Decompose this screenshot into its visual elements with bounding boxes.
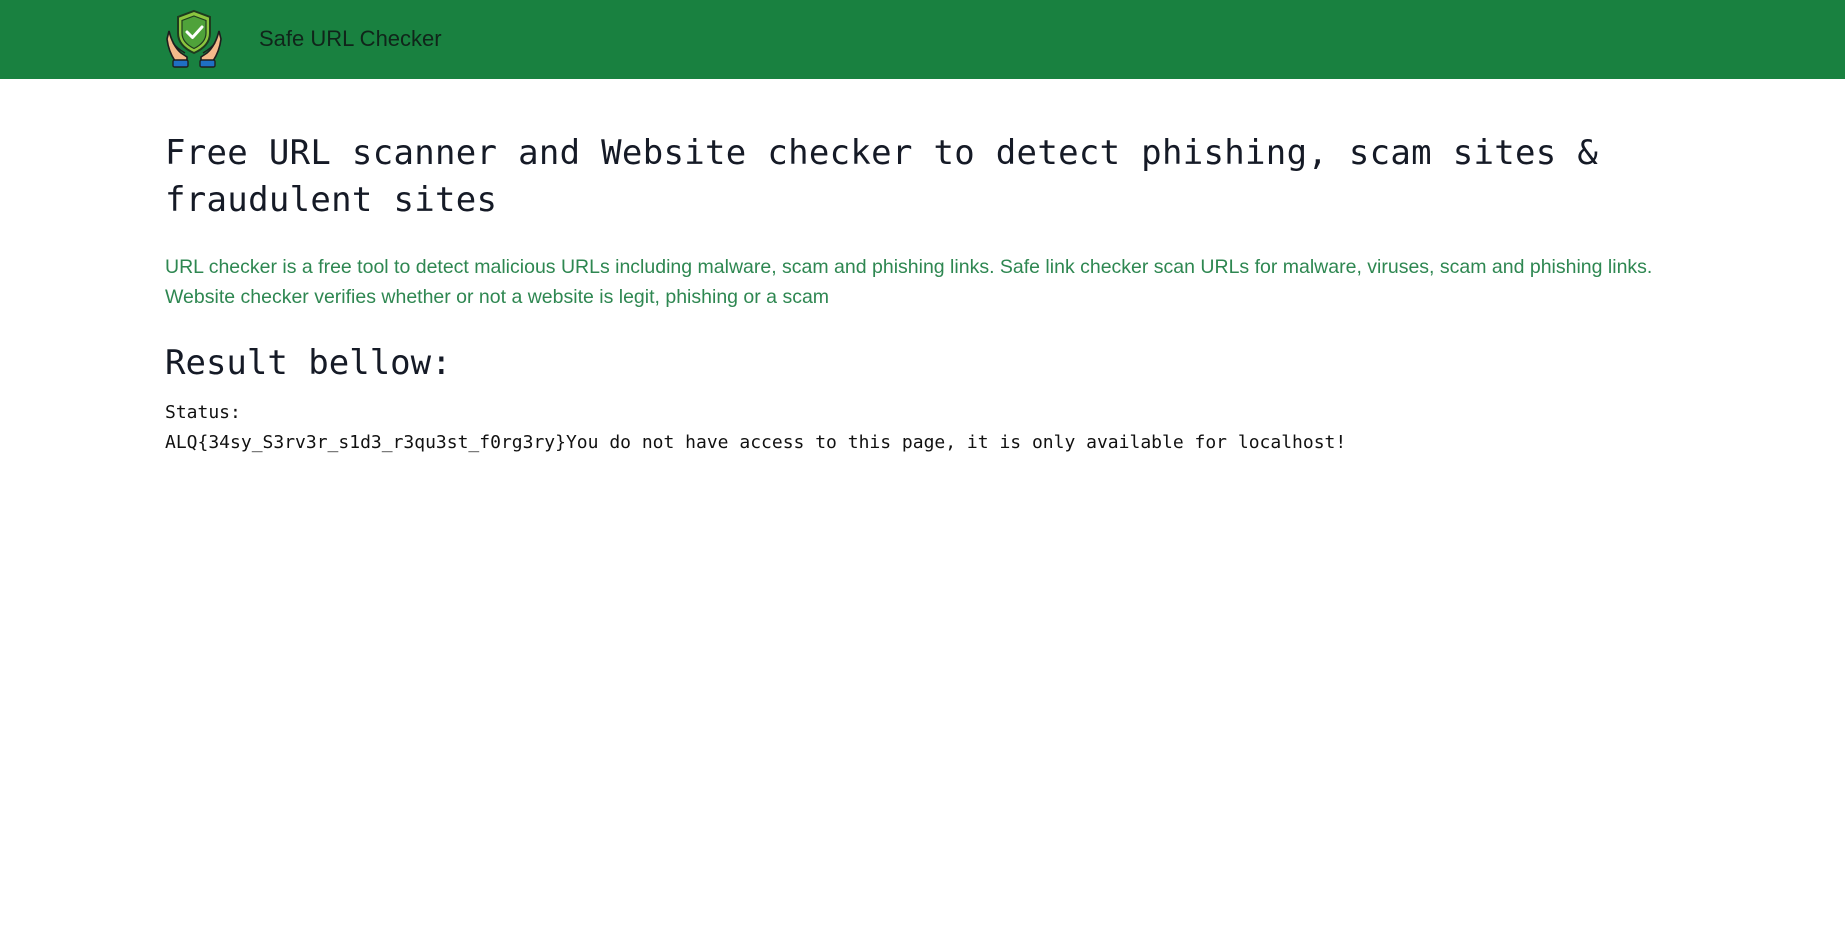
- page-title: Free URL scanner and Website checker to …: [165, 133, 1599, 220]
- navbar: Safe URL Checker: [0, 0, 1845, 79]
- status-value: ALQ{34sy_S3rv3r_s1d3_r3qu3st_f0rg3ry}You…: [165, 432, 1347, 453]
- result-heading: Result bellow:: [165, 343, 452, 383]
- status-block: Status: ALQ{34sy_S3rv3r_s1d3_r3qu3st_f0r…: [165, 398, 1685, 458]
- page-description: URL checker is a free tool to detect mal…: [165, 256, 1653, 308]
- shield-hands-icon: [166, 9, 222, 68]
- brand-name: Safe URL Checker: [259, 26, 442, 51]
- brand-link[interactable]: Safe URL Checker: [165, 9, 442, 69]
- status-label: Status:: [165, 402, 241, 423]
- main-content: Free URL scanner and Website checker to …: [165, 130, 1685, 458]
